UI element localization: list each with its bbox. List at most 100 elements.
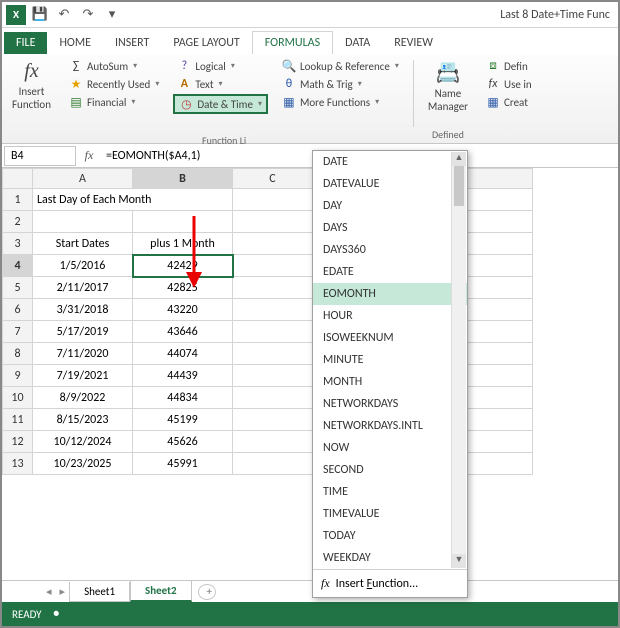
row-header-7[interactable]: 7 (3, 321, 33, 343)
cell-C12[interactable] (233, 431, 313, 453)
menu-item-minute[interactable]: MINUTE (313, 349, 467, 371)
cell-B9[interactable]: 44439 (133, 365, 233, 387)
dropdown-scrollbar[interactable]: ▲ ▼ (451, 152, 466, 568)
row-header-9[interactable]: 9 (3, 365, 33, 387)
row-header-5[interactable]: 5 (3, 277, 33, 299)
cell-A12[interactable]: 10/12/2024 (33, 431, 133, 453)
cell-C10[interactable] (233, 387, 313, 409)
menu-item-datevalue[interactable]: DATEVALUE (313, 173, 467, 195)
cell-A1[interactable]: Last Day of Each Month (33, 189, 233, 211)
recently-used-button[interactable]: ★Recently Used▾ (65, 76, 163, 92)
menu-item-date[interactable]: DATE (313, 151, 467, 173)
menu-item-days[interactable]: DAYS (313, 217, 467, 239)
row-header-13[interactable]: 13 (3, 453, 33, 475)
menu-item-now[interactable]: NOW (313, 437, 467, 459)
sheet-nav-prev[interactable]: ◂ (42, 585, 56, 598)
cell-A13[interactable]: 10/23/2025 (33, 453, 133, 475)
macro-record-icon[interactable]: ⏺ (54, 607, 60, 621)
cell-A7[interactable]: 5/17/2019 (33, 321, 133, 343)
menu-item-edate[interactable]: EDATE (313, 261, 467, 283)
name-box[interactable]: B4 (4, 146, 76, 166)
cell-C3[interactable] (233, 233, 313, 255)
logical-button[interactable]: ?Logical▾ (173, 58, 268, 74)
row-header-3[interactable]: 3 (3, 233, 33, 255)
sheet-tab-sheet1[interactable]: Sheet1 (69, 582, 130, 602)
tab-home[interactable]: HOME (47, 32, 103, 54)
menu-item-hour[interactable]: HOUR (313, 305, 467, 327)
worksheet-grid[interactable]: ABCDE1Last Day of Each Month23Start Date… (2, 168, 618, 572)
cell-A3[interactable]: Start Dates (33, 233, 133, 255)
column-header-A[interactable]: A (33, 169, 133, 189)
new-sheet-button[interactable]: + (198, 584, 216, 600)
undo-icon[interactable]: ↶ (56, 7, 72, 23)
cell-C5[interactable] (233, 277, 313, 299)
insert-function-button[interactable]: fx Insert Function (8, 58, 55, 113)
cell-C4[interactable] (233, 255, 313, 277)
cell-C1[interactable] (233, 189, 313, 211)
cell-B3[interactable]: plus 1 Month (133, 233, 233, 255)
menu-item-weekday[interactable]: WEEKDAY (313, 547, 467, 569)
menu-item-isoweeknum[interactable]: ISOWEEKNUM (313, 327, 467, 349)
row-header-8[interactable]: 8 (3, 343, 33, 365)
column-header-B[interactable]: B (133, 169, 233, 189)
math-button[interactable]: θMath & Trig▾ (278, 76, 403, 92)
row-header-12[interactable]: 12 (3, 431, 33, 453)
row-header-11[interactable]: 11 (3, 409, 33, 431)
menu-item-networkdays[interactable]: NETWORKDAYS (313, 393, 467, 415)
scroll-thumb[interactable] (454, 166, 464, 206)
cell-A4[interactable]: 1/5/2016 (33, 255, 133, 277)
tab-review[interactable]: REVIEW (382, 32, 445, 54)
qat-customize-icon[interactable]: ▾ (104, 7, 120, 23)
cell-B2[interactable] (133, 211, 233, 233)
date-time-button[interactable]: ◷Date & Time▾ (173, 94, 268, 114)
scroll-up-icon[interactable]: ▲ (452, 152, 466, 166)
text-button[interactable]: AText▾ (173, 76, 268, 92)
more-functions-button[interactable]: ▦More Functions▾ (278, 94, 403, 110)
cell-C9[interactable] (233, 365, 313, 387)
cell-C2[interactable] (233, 211, 313, 233)
define-name-button[interactable]: ⧈Defin (482, 58, 536, 74)
redo-icon[interactable]: ↷ (80, 7, 96, 23)
menu-item-month[interactable]: MONTH (313, 371, 467, 393)
cell-C11[interactable] (233, 409, 313, 431)
financial-button[interactable]: ▤Financial▾ (65, 94, 163, 110)
cell-A10[interactable]: 8/9/2022 (33, 387, 133, 409)
scroll-down-icon[interactable]: ▼ (452, 554, 466, 568)
cell-C7[interactable] (233, 321, 313, 343)
row-header-6[interactable]: 6 (3, 299, 33, 321)
cell-A8[interactable]: 7/11/2020 (33, 343, 133, 365)
tab-insert[interactable]: INSERT (103, 32, 161, 54)
menu-item-day[interactable]: DAY (313, 195, 467, 217)
menu-item-timevalue[interactable]: TIMEVALUE (313, 503, 467, 525)
cell-B10[interactable]: 44834 (133, 387, 233, 409)
cell-A11[interactable]: 8/15/2023 (33, 409, 133, 431)
cell-A6[interactable]: 3/31/2018 (33, 299, 133, 321)
cell-A2[interactable] (33, 211, 133, 233)
cell-C8[interactable] (233, 343, 313, 365)
name-manager-button[interactable]: 📇 Name Manager (424, 58, 472, 115)
fx-button[interactable]: fx (78, 148, 100, 163)
menu-item-eomonth[interactable]: EOMONTH (313, 283, 467, 305)
menu-item-networkdays-intl[interactable]: NETWORKDAYS.INTL (313, 415, 467, 437)
menu-item-second[interactable]: SECOND (313, 459, 467, 481)
cell-B5[interactable]: 42825 (133, 277, 233, 299)
save-icon[interactable]: 💾 (32, 7, 48, 23)
cell-B6[interactable]: 43220 (133, 299, 233, 321)
use-in-formula-button[interactable]: fxUse in (482, 76, 536, 92)
cell-A9[interactable]: 7/19/2021 (33, 365, 133, 387)
row-header-10[interactable]: 10 (3, 387, 33, 409)
tab-file[interactable]: FILE (4, 32, 47, 54)
menu-item-time[interactable]: TIME (313, 481, 467, 503)
cell-C6[interactable] (233, 299, 313, 321)
cell-A5[interactable]: 2/11/2017 (33, 277, 133, 299)
sheet-tab-sheet2[interactable]: Sheet2 (130, 581, 192, 602)
cell-B7[interactable]: 43646 (133, 321, 233, 343)
menu-item-days360[interactable]: DAYS360 (313, 239, 467, 261)
cell-B11[interactable]: 45199 (133, 409, 233, 431)
tab-data[interactable]: DATA (333, 32, 382, 54)
autosum-button[interactable]: ∑AutoSum▾ (65, 58, 163, 74)
lookup-button[interactable]: 🔍Lookup & Reference▾ (278, 58, 403, 74)
menu-item-today[interactable]: TODAY (313, 525, 467, 547)
cell-B8[interactable]: 44074 (133, 343, 233, 365)
tab-formulas[interactable]: FORMULAS (252, 31, 333, 54)
